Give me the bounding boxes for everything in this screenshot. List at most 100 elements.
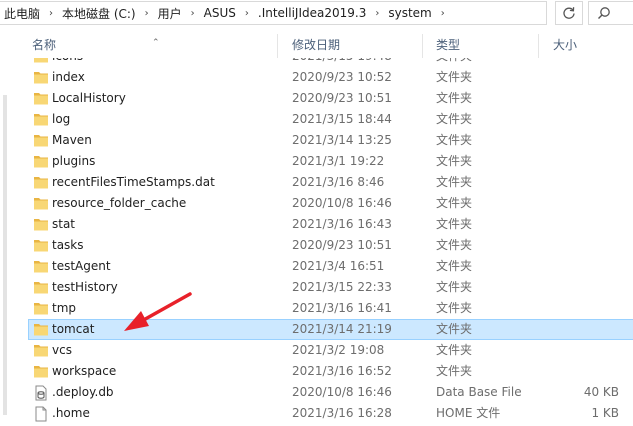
folder-icon bbox=[33, 217, 49, 232]
list-item[interactable]: .home 2021/3/16 16:28 HOME 文件 1 KB bbox=[28, 403, 633, 424]
folder-icon bbox=[33, 322, 49, 337]
navigation-scrollbar[interactable] bbox=[3, 95, 7, 415]
file-name: vcs bbox=[52, 343, 72, 357]
file-name: tmp bbox=[52, 301, 77, 315]
list-item[interactable]: testHistory 2021/3/15 22:33 文件夹 bbox=[28, 277, 633, 298]
search-icon bbox=[598, 7, 610, 19]
modified-date: 2020/10/8 16:46 bbox=[292, 196, 392, 210]
file-name: tasks bbox=[52, 238, 84, 252]
file-list-pane: 名称 ⌃ 修改日期 类型 大小 icons2021/3/15 19:48文件夹i… bbox=[0, 28, 633, 426]
file-type: 文件夹 bbox=[436, 175, 473, 189]
modified-date: 2021/3/16 16:41 bbox=[292, 301, 392, 315]
file-name: .deploy.db bbox=[52, 385, 114, 399]
column-date-header[interactable]: 修改日期 bbox=[277, 32, 422, 58]
list-item[interactable]: workspace 2021/3/16 16:52 文件夹 bbox=[28, 361, 633, 382]
file-name: LocalHistory bbox=[52, 91, 126, 105]
folder-icon bbox=[33, 133, 49, 148]
file-type: 文件夹 bbox=[436, 217, 473, 231]
modified-date: 2021/3/14 13:25 bbox=[292, 133, 392, 147]
file-type: 文件夹 bbox=[436, 58, 472, 66]
list-item[interactable]: Maven 2021/3/14 13:25 文件夹 bbox=[28, 130, 633, 151]
breadcrumb-item[interactable]: 本地磁盘 (C:) bbox=[58, 5, 136, 22]
chevron-right-icon[interactable]: › bbox=[366, 8, 384, 19]
folder-icon bbox=[33, 238, 49, 253]
chevron-right-icon[interactable]: › bbox=[136, 8, 154, 19]
file-icon bbox=[33, 406, 49, 422]
file-type: 文件夹 bbox=[436, 70, 473, 84]
list-item[interactable]: icons 2021/3/15 19:48 文件夹 bbox=[28, 58, 633, 67]
column-size-header[interactable]: 大小 bbox=[538, 32, 633, 58]
modified-date: 2021/3/4 16:51 bbox=[292, 259, 385, 273]
column-type-header[interactable]: 类型 bbox=[422, 32, 538, 58]
list-item[interactable]: stat 2021/3/16 16:43 文件夹 bbox=[28, 214, 633, 235]
modified-date: 2020/9/23 10:51 bbox=[292, 91, 392, 105]
folder-icon bbox=[33, 343, 49, 358]
db-file-icon bbox=[33, 385, 49, 401]
list-item[interactable]: tasks 2020/9/23 10:51 文件夹 bbox=[28, 235, 633, 256]
file-name: plugins bbox=[52, 154, 96, 168]
folder-icon bbox=[33, 70, 49, 85]
chevron-right-icon[interactable]: › bbox=[432, 8, 450, 19]
chevron-right-icon[interactable]: › bbox=[40, 8, 58, 19]
file-type: 文件夹 bbox=[436, 259, 473, 273]
list-item[interactable]: plugins 2021/3/1 19:22 文件夹 bbox=[28, 151, 633, 172]
folder-icon bbox=[33, 259, 49, 274]
file-size: 1 KB bbox=[591, 406, 619, 420]
breadcrumb-item[interactable]: 用户 bbox=[154, 5, 182, 22]
file-name: testHistory bbox=[52, 280, 118, 294]
column-name-header[interactable]: 名称 ⌃ bbox=[14, 32, 277, 58]
modified-date: 2021/3/16 16:43 bbox=[292, 217, 392, 231]
file-type: 文件夹 bbox=[436, 322, 473, 336]
folder-icon bbox=[33, 154, 49, 169]
modified-date: 2021/3/14 21:19 bbox=[292, 322, 392, 336]
modified-date: 2021/3/16 8:46 bbox=[292, 175, 385, 189]
file-type: 文件夹 bbox=[436, 280, 473, 294]
modified-date: 2021/3/15 18:44 bbox=[292, 112, 392, 126]
modified-date: 2021/3/16 16:52 bbox=[292, 364, 392, 378]
folder-icon bbox=[33, 112, 49, 127]
list-item-selected[interactable]: tomcat 2021/3/14 21:19 文件夹 bbox=[28, 319, 633, 340]
file-type: 文件夹 bbox=[436, 112, 473, 126]
file-name: resource_folder_cache bbox=[52, 196, 187, 210]
list-item[interactable]: log 2021/3/15 18:44 文件夹 bbox=[28, 109, 633, 130]
list-item[interactable]: vcs 2021/3/2 19:08 文件夹 bbox=[28, 340, 633, 361]
refresh-icon bbox=[563, 7, 575, 19]
navigation-pane-edge bbox=[0, 28, 14, 426]
file-type: HOME 文件 bbox=[436, 406, 501, 420]
chevron-right-icon[interactable]: › bbox=[182, 8, 200, 19]
file-name: Maven bbox=[52, 133, 92, 147]
modified-date: 2021/3/16 16:28 bbox=[292, 406, 392, 420]
list-item[interactable]: resource_folder_cache 2020/10/8 16:46 文件夹 bbox=[28, 193, 633, 214]
breadcrumb-item[interactable]: system bbox=[384, 6, 431, 20]
breadcrumb-item[interactable]: .IntelliJIdea2019.3 bbox=[254, 6, 366, 20]
search-input[interactable] bbox=[588, 1, 633, 25]
folder-icon bbox=[33, 280, 49, 295]
file-type: 文件夹 bbox=[436, 301, 473, 315]
file-size: 40 KB bbox=[583, 385, 619, 399]
breadcrumb-item[interactable]: 此电脑 bbox=[0, 5, 40, 22]
breadcrumb-item[interactable]: ASUS bbox=[200, 6, 236, 20]
refresh-button[interactable] bbox=[555, 1, 583, 25]
list-item[interactable]: LocalHistory 2020/9/23 10:51 文件夹 bbox=[28, 88, 633, 109]
address-bar: 此电脑 › 本地磁盘 (C:) › 用户 › ASUS › .IntelliJIdea2019.… bbox=[0, 0, 633, 28]
modified-date: 2021/3/15 19:48 bbox=[292, 58, 392, 66]
file-name: .home bbox=[52, 406, 90, 420]
chevron-right-icon[interactable]: › bbox=[236, 8, 254, 19]
folder-icon bbox=[33, 364, 49, 379]
column-header: 名称 ⌃ 修改日期 类型 大小 bbox=[14, 32, 633, 58]
list-item[interactable]: testAgent 2021/3/4 16:51 文件夹 bbox=[28, 256, 633, 277]
list-item[interactable]: .deploy.db 2020/10/8 16:46 Data Base File 4… bbox=[28, 382, 633, 403]
file-name: index bbox=[52, 70, 85, 84]
file-list: icons 2021/3/15 19:48 文件夹 index 2020/9/23 10… bbox=[14, 58, 633, 426]
file-type: 文件夹 bbox=[436, 196, 473, 210]
modified-date: 2021/3/2 19:08 bbox=[292, 343, 385, 357]
file-name: stat bbox=[52, 217, 76, 231]
file-type: 文件夹 bbox=[436, 364, 473, 378]
list-item[interactable]: recentFilesTimeStamps.dat 2021/3/16 8:46 文… bbox=[28, 172, 633, 193]
column-type-label: 类型 bbox=[436, 38, 461, 52]
column-size-label: 大小 bbox=[553, 38, 578, 52]
breadcrumb[interactable]: 此电脑 › 本地磁盘 (C:) › 用户 › ASUS › .IntelliJIdea2019.… bbox=[0, 1, 547, 25]
file-name: icons bbox=[52, 58, 83, 66]
list-item[interactable]: index 2020/9/23 10:52 文件夹 bbox=[28, 67, 633, 88]
list-item[interactable]: tmp 2021/3/16 16:41 文件夹 bbox=[28, 298, 633, 319]
